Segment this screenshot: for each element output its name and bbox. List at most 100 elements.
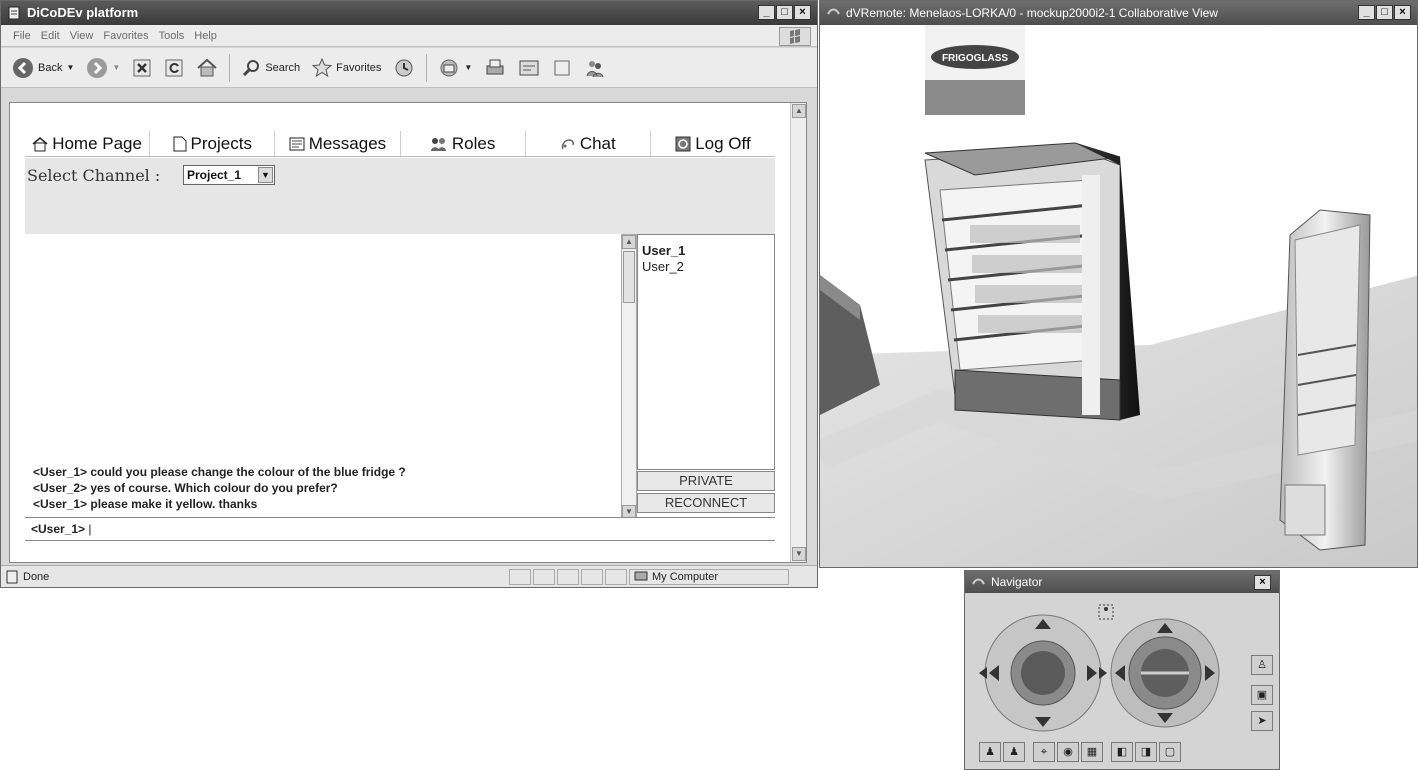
browser-window-controls: _ □ × — [758, 5, 811, 20]
user-list-item[interactable]: User_2 — [642, 259, 774, 275]
home-button[interactable] — [193, 54, 221, 82]
menu-bar: File Edit View Favorites Tools Help — [1, 25, 817, 47]
menu-tools[interactable]: Tools — [159, 25, 185, 46]
edit-page-icon — [519, 60, 539, 75]
messenger-icon — [586, 60, 604, 77]
banner-base — [925, 80, 1025, 115]
fullscreen-button[interactable]: ▢ — [1159, 742, 1181, 762]
note-icon — [289, 137, 305, 150]
discuss-button[interactable] — [549, 54, 575, 82]
tab-messages[interactable]: Messages — [275, 131, 401, 156]
favorites-label: Favorites — [336, 61, 382, 74]
status-cell — [605, 569, 627, 585]
save-view-button[interactable]: ▣ — [1251, 685, 1273, 705]
tab-projects[interactable]: Projects — [150, 131, 276, 156]
tab-label: Roles — [451, 133, 496, 153]
dvremote-title: dVRemote: Menelaos-LORKA/0 - mockup2000i… — [846, 6, 1218, 20]
navigator-titlebar[interactable]: Navigator — [965, 571, 1279, 593]
menu-favorites[interactable]: Favorites — [103, 25, 148, 46]
reconnect-button[interactable]: RECONNECT — [637, 493, 775, 513]
3d-viewport[interactable]: FRIGOGLASS — [820, 25, 1418, 568]
navigator-controls — [979, 604, 1220, 732]
house-icon — [32, 136, 48, 151]
scroll-up-arrow[interactable]: ▲ — [792, 104, 806, 118]
mail-icon — [440, 59, 458, 76]
scroll-down-arrow[interactable]: ▼ — [792, 547, 806, 561]
minimize-button[interactable]: _ — [758, 5, 775, 20]
maximize-button[interactable]: □ — [776, 5, 793, 20]
edit-button[interactable] — [515, 54, 543, 82]
person-center-icon[interactable] — [1098, 604, 1114, 620]
forward-dropdown-icon[interactable]: ▼ — [112, 63, 120, 72]
chat-message: <User_1> please make it yellow. thanks — [33, 497, 258, 511]
close-button[interactable]: × — [1394, 5, 1411, 20]
stop-button[interactable] — [129, 54, 155, 82]
back-dropdown-icon[interactable]: ▼ — [66, 63, 74, 72]
channel-select[interactable]: Project_1 ▼ — [183, 165, 275, 185]
tab-label: Chat — [579, 133, 616, 153]
messenger-button[interactable] — [581, 54, 609, 82]
status-bar: Done My Computer — [1, 565, 817, 587]
camera-button[interactable]: ▦ — [1081, 742, 1103, 762]
tab-chat[interactable]: Chat — [525, 131, 651, 156]
search-button[interactable]: Search — [238, 54, 303, 82]
windows-logo — [779, 27, 811, 46]
menu-file[interactable]: File — [13, 25, 31, 46]
view-side-button[interactable]: ◨ — [1135, 742, 1157, 762]
look-button[interactable]: ◉ — [1057, 742, 1079, 762]
print-button[interactable] — [481, 54, 509, 82]
status-cell — [581, 569, 603, 585]
scroll-thumb[interactable] — [623, 251, 635, 303]
focus-button[interactable]: ⌖ — [1033, 742, 1055, 762]
browser-titlebar[interactable]: DiCoDEv platform — [1, 1, 817, 25]
user-list-item[interactable]: User_1 — [642, 243, 774, 259]
fridge-glass — [939, 179, 1096, 371]
stop-icon — [133, 59, 151, 76]
mail-button[interactable]: ▼ — [435, 54, 475, 82]
translation-pad[interactable] — [979, 614, 1107, 732]
menu-edit[interactable]: Edit — [41, 25, 60, 46]
favorites-button[interactable]: Favorites — [309, 54, 384, 82]
teleport-button[interactable]: ➤ — [1251, 711, 1273, 731]
tab-home-page[interactable]: Home Page — [25, 131, 151, 156]
dvremote-titlebar[interactable]: dVRemote: Menelaos-LORKA/0 - mockup2000i… — [820, 1, 1417, 25]
tab-label: Projects — [190, 133, 252, 153]
back-button[interactable]: Back ▼ — [9, 54, 77, 82]
forward-button[interactable]: ▼ — [83, 54, 123, 82]
menu-help[interactable]: Help — [194, 25, 217, 46]
chat-scrollbar[interactable]: ▲ ▼ — [621, 234, 637, 520]
dvremote-app-icon — [827, 8, 840, 15]
second-fridge-grille — [1284, 484, 1326, 536]
chat-log: <User_1> could you please change the col… — [25, 234, 621, 514]
chat-input-field[interactable]: <User_1> | — [25, 517, 775, 541]
user-list: User_1 User_2 — [637, 234, 775, 470]
maximize-button[interactable]: □ — [1376, 5, 1393, 20]
channel-value: Project_1 — [187, 168, 242, 182]
avatar-one-button[interactable]: ♟ — [979, 742, 1001, 762]
page-scrollbar[interactable]: ▲ ▼ — [790, 103, 806, 562]
walk-mode-button[interactable]: ♙ — [1251, 655, 1273, 675]
mail-dropdown-icon[interactable]: ▼ — [464, 63, 472, 72]
scroll-up-arrow[interactable]: ▲ — [622, 235, 636, 249]
tab-roles[interactable]: Roles — [400, 131, 526, 156]
page-done-icon — [6, 570, 18, 584]
menu-view[interactable]: View — [70, 25, 94, 46]
view-front-button[interactable]: ◧ — [1111, 742, 1133, 762]
rotation-pad[interactable] — [1110, 618, 1220, 728]
printer-icon — [486, 59, 504, 74]
private-button[interactable]: PRIVATE — [637, 471, 775, 491]
close-button[interactable]: × — [794, 5, 811, 20]
history-button[interactable] — [390, 54, 418, 82]
avatar-two-button[interactable]: ♟ — [1003, 742, 1025, 762]
3d-scene[interactable]: FRIGOGLASS — [820, 25, 1418, 568]
refresh-button[interactable] — [161, 54, 187, 82]
navigator-close-button[interactable]: × — [1254, 575, 1271, 590]
power-icon — [675, 136, 691, 151]
chevron-down-icon[interactable]: ▼ — [258, 167, 273, 183]
tab-log-off[interactable]: Log Off — [650, 131, 776, 156]
discuss-icon — [554, 60, 570, 75]
dvremote-window: dVRemote: Menelaos-LORKA/0 - mockup2000i… — [819, 0, 1418, 568]
minimize-button[interactable]: _ — [1358, 5, 1375, 20]
tab-label: Home Page — [52, 133, 142, 153]
chat-input-prefix: <User_1> — [31, 522, 86, 536]
